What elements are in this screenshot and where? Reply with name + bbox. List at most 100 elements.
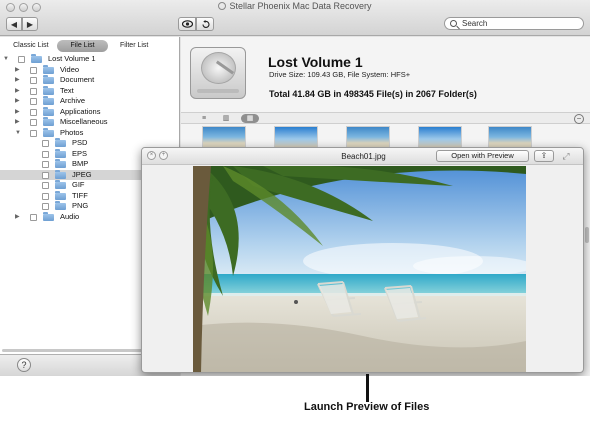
folder-icon <box>43 96 54 105</box>
search-input[interactable]: Search <box>444 17 584 30</box>
expand-icon: ⤢ <box>562 151 570 161</box>
preview-toggle-button[interactable] <box>178 17 196 31</box>
search-icon <box>450 20 457 27</box>
tree-checkbox[interactable] <box>42 192 49 200</box>
tree-checkbox[interactable] <box>30 108 37 116</box>
tree-item-label: Miscellaneous <box>60 117 108 126</box>
folder-icon <box>43 211 54 221</box>
share-icon: ⇪ <box>540 151 548 160</box>
file-thumbnail[interactable] <box>488 126 532 148</box>
folder-icon <box>43 117 54 126</box>
beach-photo <box>193 166 526 372</box>
app-window: Stellar Phoenix Mac Data Recovery ◀ ▶ Se… <box>0 0 590 376</box>
tree-checkbox[interactable] <box>42 150 49 158</box>
hard-drive-icon <box>190 47 246 99</box>
disclosure-closed-icon[interactable]: ▶ <box>15 75 20 86</box>
help-button[interactable]: ? <box>17 358 31 372</box>
tree-item-miscellaneous[interactable]: ▶ Miscellaneous <box>0 117 180 128</box>
tree-item-archive[interactable]: ▶ Archive <box>0 96 180 107</box>
tab-classic-list[interactable]: Classic List <box>5 40 57 52</box>
tree-checkbox[interactable] <box>30 87 37 95</box>
search-placeholder: Search <box>462 19 488 28</box>
folder-icon <box>55 201 66 210</box>
column-view-icon: ▥ <box>222 115 230 122</box>
callout-line <box>366 374 369 402</box>
disclosure-open-icon[interactable]: ▼ <box>15 128 21 139</box>
eye-icon <box>181 20 193 28</box>
folder-icon <box>55 190 66 200</box>
share-button[interactable]: ⇪ <box>534 150 554 162</box>
app-logo-icon <box>218 2 227 10</box>
expand-button[interactable]: ⤢ <box>560 150 572 162</box>
main-scrollbar[interactable] <box>585 227 589 243</box>
tree-item-label: Archive <box>60 96 86 105</box>
folder-icon <box>55 159 66 168</box>
tree-item-label: Photos <box>60 127 84 137</box>
tree-checkbox[interactable] <box>30 98 37 105</box>
tree-item-video[interactable]: ▶ Video <box>0 64 180 76</box>
folder-icon <box>55 180 66 189</box>
tree-item-document[interactable]: ▶ Document <box>0 75 180 86</box>
tab-filter-list[interactable]: Filter List <box>108 40 160 52</box>
window-title-text: Stellar Phoenix Mac Data Recovery <box>229 1 372 11</box>
thumbnail-grid <box>181 125 590 149</box>
file-thumbnail[interactable] <box>346 126 390 148</box>
back-button[interactable]: ◀ <box>6 17 22 31</box>
back-arrow-icon: ◀ <box>10 19 18 29</box>
caption: Launch Preview of Files <box>304 401 430 413</box>
tree-checkbox[interactable] <box>42 203 49 210</box>
tree-item-label: Audio <box>60 211 80 221</box>
tree-checkbox[interactable] <box>30 77 37 84</box>
tree-item-lost-volume-1[interactable]: ▼ Lost Volume 1 <box>0 54 180 65</box>
volume-title: Lost Volume 1 <box>268 54 363 70</box>
tab-file-list[interactable]: File List <box>56 40 109 52</box>
tree-checkbox[interactable] <box>30 129 37 137</box>
disclosure-open-icon[interactable]: ▼ <box>3 54 9 65</box>
folder-icon <box>43 127 54 137</box>
tree-item-label: PSD <box>72 138 88 147</box>
folder-icon <box>43 85 54 95</box>
tree-checkbox[interactable] <box>30 66 37 74</box>
tree-checkbox[interactable] <box>42 140 49 147</box>
icon-view-icon: ▦ <box>246 115 254 122</box>
recover-button[interactable] <box>196 17 214 31</box>
tree-item-label: Text <box>60 85 74 95</box>
folder-icon <box>55 138 66 147</box>
file-thumbnail[interactable] <box>418 126 462 148</box>
tree-checkbox[interactable] <box>30 119 37 126</box>
tree-checkbox[interactable] <box>42 182 49 189</box>
forward-button[interactable]: ▶ <box>22 17 38 31</box>
tree-item-photos[interactable]: ▼ Photos <box>0 127 180 139</box>
tree-item-text[interactable]: ▶ Text <box>0 85 180 97</box>
tree-item-label: Document <box>60 75 95 84</box>
disclosure-closed-icon[interactable]: ▶ <box>15 65 20 76</box>
disclosure-closed-icon[interactable]: ▶ <box>15 86 20 97</box>
list-view-icon: ≡ <box>201 115 207 122</box>
disclosure-closed-icon[interactable]: ▶ <box>15 107 20 118</box>
tree-checkbox[interactable] <box>30 213 37 221</box>
tree-item-label: Video <box>60 64 80 74</box>
tree-checkbox[interactable] <box>42 171 49 179</box>
folder-icon <box>43 106 54 116</box>
tree-checkbox[interactable] <box>18 56 25 63</box>
undo-icon <box>201 19 210 28</box>
tree-item-applications[interactable]: ▶ Applications <box>0 106 180 118</box>
folder-icon <box>43 64 54 74</box>
window-title: Stellar Phoenix Mac Data Recovery <box>0 1 590 11</box>
tree-item-label: GIF <box>72 180 85 189</box>
volume-total: Total 41.84 GB in 498345 File(s) in 2067… <box>269 89 477 99</box>
list-view-button[interactable]: ≡ <box>197 114 211 123</box>
disclosure-closed-icon[interactable]: ▶ <box>15 212 20 223</box>
folder-icon <box>31 54 42 63</box>
icon-view-button[interactable]: ▦ <box>241 114 259 123</box>
tree-checkbox[interactable] <box>42 161 49 168</box>
tree-item-label: PNG <box>72 201 89 210</box>
file-thumbnail[interactable] <box>274 126 318 148</box>
disclosure-closed-icon[interactable]: ▶ <box>15 96 20 107</box>
zoom-out-button[interactable]: − <box>574 114 584 124</box>
open-with-preview-button[interactable]: Open with Preview <box>436 150 529 162</box>
column-view-button[interactable]: ▥ <box>219 114 233 123</box>
file-thumbnail[interactable] <box>202 126 246 148</box>
disclosure-closed-icon[interactable]: ▶ <box>15 117 20 128</box>
folder-icon <box>55 169 66 179</box>
